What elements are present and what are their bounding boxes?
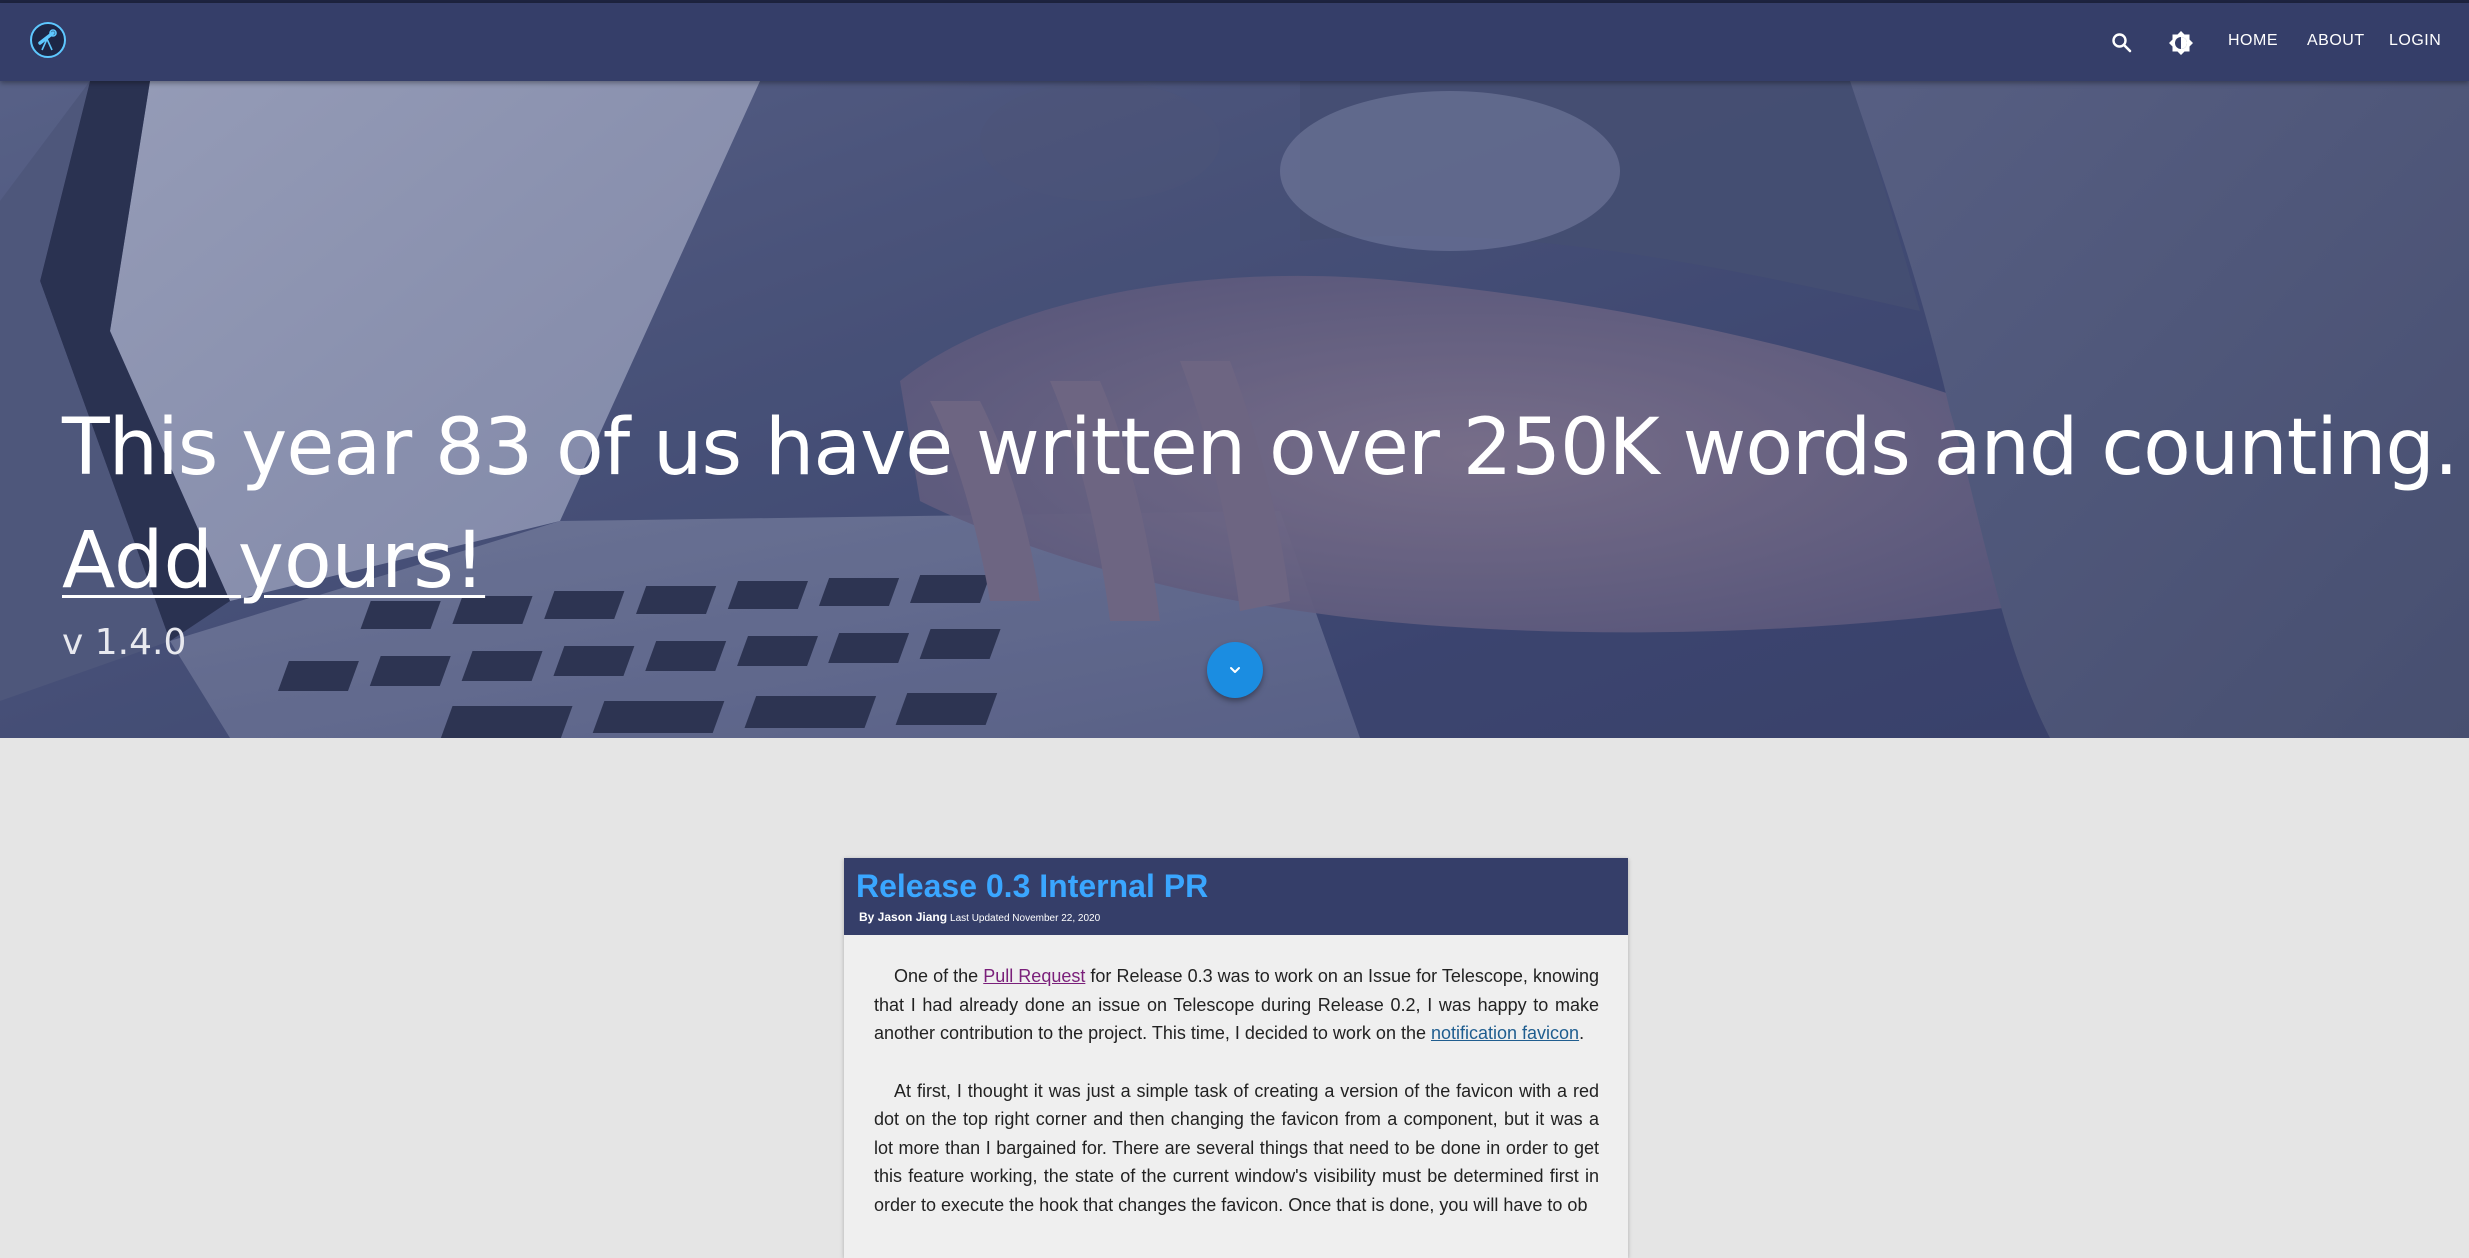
post-body: One of the Pull Request for Release 0.3 … [874, 962, 1599, 1248]
nav-login-link[interactable]: LOGIN [2389, 32, 2441, 50]
post-text: One of the [894, 966, 984, 986]
post-header: Release 0.3 Internal PR By Jason Jiang La… [844, 858, 1628, 935]
top-navbar: HOME ABOUT LOGIN [0, 3, 2469, 81]
post-meta: By Jason Jiang Last Updated November 22, … [859, 910, 1100, 924]
scroll-down-button[interactable] [1207, 642, 1263, 698]
telescope-logo-icon[interactable] [29, 21, 67, 59]
pull-request-link[interactable]: Pull Request [983, 966, 1085, 986]
notification-favicon-link[interactable]: notification favicon [1431, 1023, 1579, 1043]
post-author[interactable]: By Jason Jiang [859, 910, 947, 924]
add-yours-link[interactable]: Add yours! [62, 522, 485, 600]
nav-home-link[interactable]: HOME [2228, 32, 2278, 50]
blog-post-card: Release 0.3 Internal PR By Jason Jiang La… [844, 858, 1628, 1258]
post-title[interactable]: Release 0.3 Internal PR [856, 868, 1208, 905]
chevron-down-icon [1230, 667, 1240, 673]
search-icon[interactable] [2108, 29, 2136, 57]
hero-banner: This year 83 of us have written over 250… [0, 81, 2469, 738]
post-paragraph: One of the Pull Request for Release 0.3 … [874, 962, 1599, 1048]
version-label: v 1.4.0 [62, 622, 187, 663]
nav-about-link[interactable]: ABOUT [2307, 32, 2365, 50]
post-updated-date: Last Updated November 22, 2020 [950, 913, 1101, 924]
brightness-icon[interactable] [2167, 29, 2195, 57]
post-paragraph: At first, I thought it was just a simple… [874, 1080, 1599, 1215]
hero-title: This year 83 of us have written over 250… [62, 403, 2459, 493]
post-text: . [1579, 1023, 1585, 1043]
